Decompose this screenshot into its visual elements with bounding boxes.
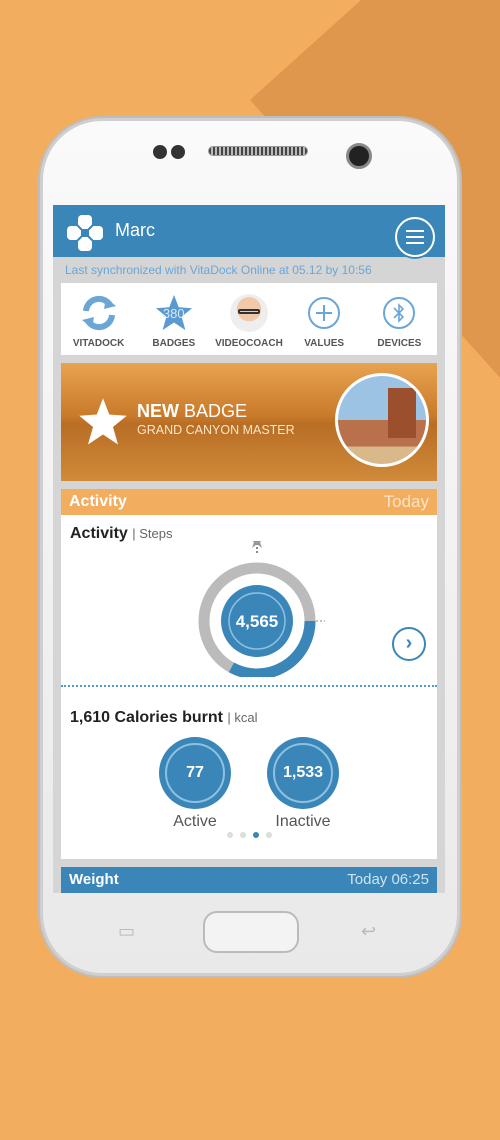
app-header: Marc	[53, 205, 445, 257]
quick-actions: VITADOCK 380 BADGES VIDEOCOACH VALUES DE…	[61, 283, 437, 355]
speaker-grille	[208, 146, 308, 156]
sync-status: Last synchronized with VitaDock Online a…	[65, 263, 372, 277]
sensor-icon	[171, 145, 185, 159]
steps-progress-ring: 4,565	[198, 541, 325, 677]
activity-title: Activity | Steps	[70, 525, 173, 542]
badge-photo	[335, 373, 429, 467]
activity-card-header: Activity Today	[61, 489, 437, 515]
quick-action-label: VITADOCK	[72, 337, 125, 349]
next-arrow-button[interactable]: ›	[392, 627, 426, 661]
app-logo-icon	[67, 215, 103, 251]
badge-title: NEW BADGE	[137, 401, 248, 421]
star-icon	[79, 398, 127, 445]
back-icon[interactable]: ↩	[361, 921, 376, 942]
app-screen: Marc Last synchronized with VitaDock Onl…	[53, 205, 445, 893]
quick-action-label: VALUES	[304, 337, 345, 349]
recent-apps-icon[interactable]: ▭	[118, 921, 135, 942]
sync-icon	[81, 295, 116, 330]
inactive-label: Inactive	[275, 813, 331, 830]
steps-value: 4,565	[236, 612, 279, 631]
bluetooth-icon	[383, 296, 416, 329]
user-name: Marc	[115, 220, 155, 240]
inactive-calories-circle: 1,533	[267, 737, 339, 809]
calories-title: 1,610 Calories burnt | kcal	[70, 709, 258, 726]
divider	[61, 685, 437, 687]
quick-action-videocoach[interactable]: VIDEOCOACH	[214, 293, 284, 349]
quick-action-label: DEVICES	[377, 337, 422, 349]
badge-subtitle: GRAND CANYON MASTER	[137, 423, 295, 437]
quick-action-label: VIDEOCOACH	[215, 337, 283, 349]
active-label: Active	[173, 813, 217, 830]
quick-action-badges[interactable]: 380 BADGES	[139, 294, 209, 349]
menu-button[interactable]	[395, 217, 435, 257]
page-dot[interactable]	[266, 832, 272, 838]
plus-icon	[308, 296, 341, 329]
avatar	[229, 293, 268, 332]
page-dot[interactable]	[227, 832, 233, 838]
sensor-icon	[153, 145, 167, 159]
badge-count: 380	[162, 305, 185, 321]
quick-action-values[interactable]: VALUES	[289, 294, 359, 349]
active-calories-circle: 77	[159, 737, 231, 809]
new-badge-banner[interactable]: NEW BADGE GRAND CANYON MASTER	[61, 363, 437, 481]
quick-action-label: BADGES	[152, 337, 196, 349]
weight-card-header[interactable]: Weight Today 06:25	[61, 867, 437, 893]
page-dot[interactable]	[253, 832, 259, 838]
page-indicator[interactable]	[227, 832, 272, 838]
page-dot[interactable]	[240, 832, 246, 838]
home-button[interactable]	[203, 911, 299, 953]
quick-action-devices[interactable]: DEVICES	[364, 294, 434, 349]
camera-icon	[346, 143, 372, 169]
activity-card: Activity Today Activity | Steps 4,565 › 1…	[61, 489, 437, 859]
quick-action-vitadock[interactable]: VITADOCK	[64, 294, 134, 349]
